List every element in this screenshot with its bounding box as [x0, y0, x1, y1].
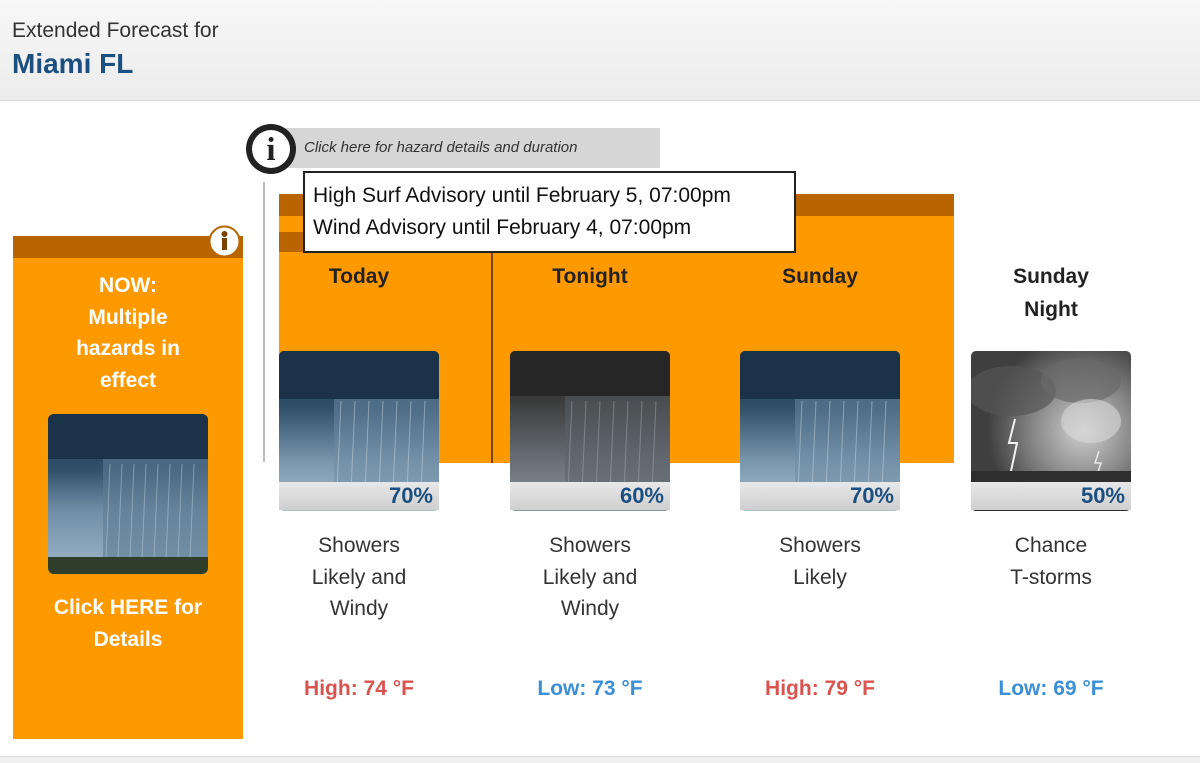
short-forecast-line: Likely and	[311, 565, 407, 589]
temperature-high: High: 79 °F	[765, 677, 875, 700]
period-name-line: Night	[1024, 298, 1078, 321]
forecast-period: Tonight 60% Showers Likely and Windy Low…	[510, 260, 670, 700]
hazard-tooltip: High Surf Advisory until February 5, 07:…	[303, 171, 796, 253]
forecast-subtitle: Extended Forecast for	[12, 19, 219, 42]
hazard-details-link[interactable]: Click HERE for Details	[0, 592, 256, 655]
short-forecast: Chance T-storms	[951, 530, 1151, 593]
short-forecast: Showers Likely	[720, 530, 920, 593]
hazard-details-prompt[interactable]: Click here for hazard details and durati…	[304, 139, 578, 156]
short-forecast-line: T-storms	[1010, 565, 1092, 589]
short-forecast-line: Windy	[329, 597, 389, 620]
short-forecast-line: Showers	[549, 534, 631, 557]
precip-chance: 70%	[740, 482, 900, 510]
location-title: Miami FL	[12, 48, 134, 79]
period-name: Today	[328, 265, 390, 288]
precip-chance-value: 60%	[619, 483, 664, 508]
precip-chance-value: 70%	[849, 483, 894, 508]
temperature-low: Low: 69 °F	[998, 677, 1104, 700]
info-icon[interactable]: i	[246, 124, 296, 174]
period-name: Sunday	[782, 265, 858, 288]
short-forecast-line: Likely	[793, 565, 847, 589]
temperature-high: High: 74 °F	[304, 677, 414, 700]
hazard-period-divider	[491, 252, 493, 463]
hazard-now-text[interactable]: NOW: Multiple hazards in effect	[0, 270, 256, 396]
short-forecast-line: Chance	[1014, 534, 1088, 557]
info-icon-glyph: i	[266, 132, 276, 168]
period-name: Sunday Night	[971, 260, 1131, 340]
hazard-now-line: NOW:	[99, 274, 157, 297]
precip-chance-value: 50%	[1080, 483, 1125, 508]
hazard-details-line: Details	[93, 627, 163, 651]
short-forecast-line: Likely and	[542, 565, 638, 589]
hazard-advisory-line: Wind Advisory until February 4, 07:00pm	[313, 216, 692, 239]
short-forecast-line: Showers	[318, 534, 400, 557]
short-forecast: Showers Likely and Windy	[259, 530, 459, 625]
precip-chance-value: 70%	[388, 483, 433, 508]
info-icon[interactable]	[208, 225, 241, 258]
hazard-advisory-line: High Surf Advisory until February 5, 07:…	[313, 184, 731, 207]
hazard-now-line: Multiple	[88, 305, 168, 329]
forecast-period: Sunday Night 50% Chance T-storms Low: 69…	[971, 260, 1131, 700]
precip-chance: 50%	[971, 482, 1131, 510]
forecast-header: Extended Forecast for Miami FL	[0, 0, 1200, 101]
temperature-low: Low: 73 °F	[537, 677, 643, 700]
short-forecast-line: Windy	[560, 597, 620, 620]
precip-chance: 70%	[279, 482, 439, 510]
precip-chance: 60%	[510, 482, 670, 510]
panel-separator	[263, 182, 265, 462]
period-name: Tonight	[552, 265, 628, 288]
forecast-period: Sunday 70% Showers Likely High: 79 °F	[740, 260, 900, 700]
short-forecast: Showers Likely and Windy	[490, 530, 690, 625]
hazard-now-line: hazards in	[76, 337, 180, 360]
hazard-now-line: effect	[99, 368, 157, 392]
period-name-line: Sunday	[1013, 265, 1089, 288]
forecast-period: Today 70% Showers Likely and Windy High:…	[279, 260, 439, 700]
hazard-showers-image[interactable]	[48, 414, 208, 574]
hazard-details-line: Click HERE for	[53, 596, 203, 619]
short-forecast-line: Showers	[779, 534, 861, 557]
